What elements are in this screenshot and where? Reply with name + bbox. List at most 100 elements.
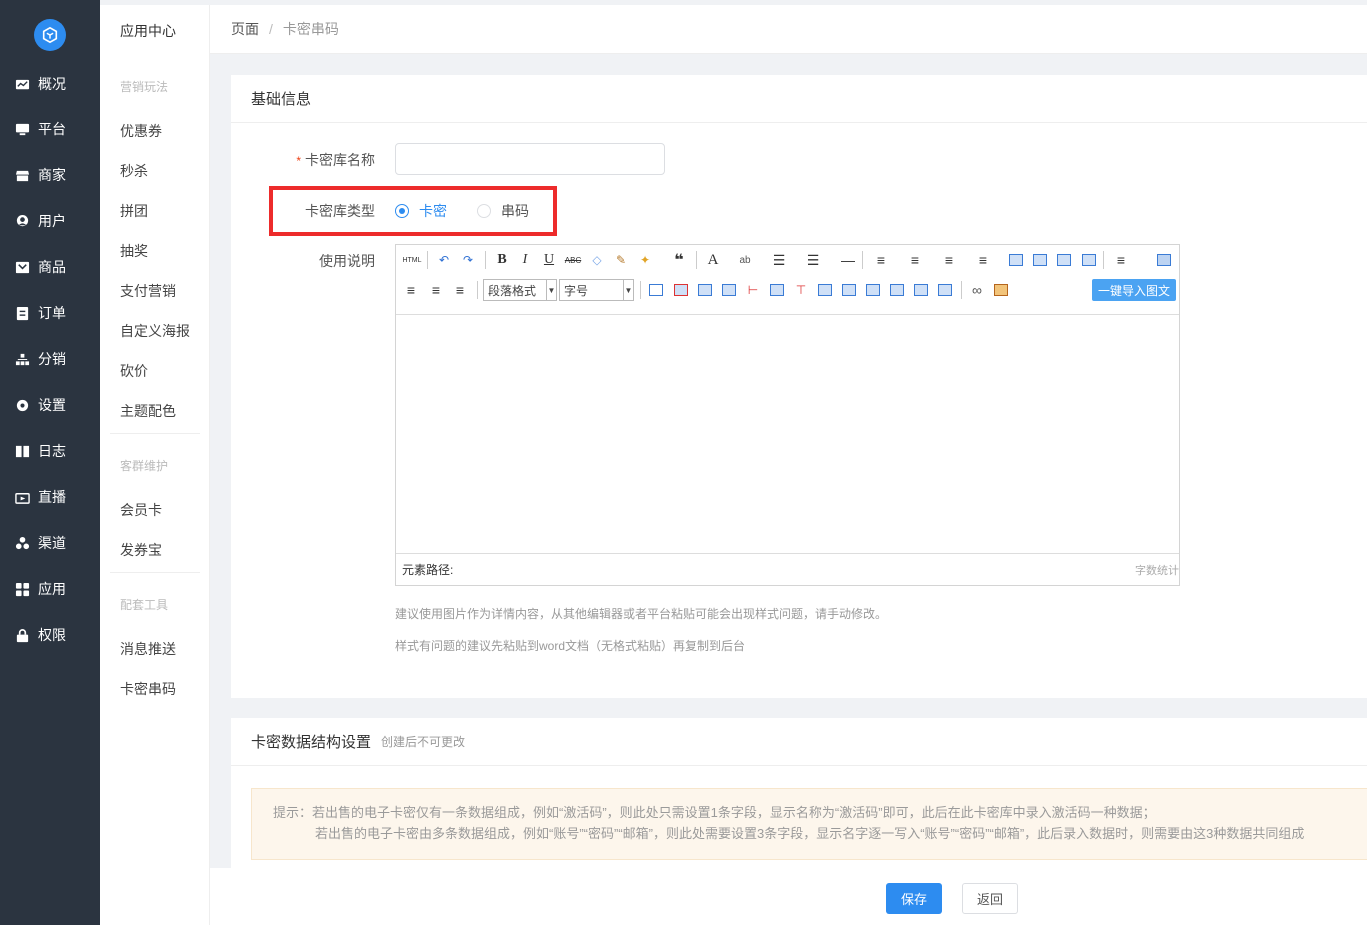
radio-dot[interactable]	[477, 204, 491, 218]
nav-item-live[interactable]: 直播	[0, 482, 100, 512]
word-count: 字数统计	[1135, 564, 1179, 577]
nav-label: 渠道	[38, 535, 66, 551]
nav-item-permission[interactable]: 权限	[0, 620, 100, 650]
split-cols-icon[interactable]	[936, 281, 954, 299]
breadcrumb-separator: /	[269, 21, 273, 37]
delete-col-icon[interactable]: ⊤	[792, 281, 810, 299]
fullscreen-icon[interactable]	[1155, 251, 1173, 269]
split-cells-icon[interactable]	[888, 281, 906, 299]
image-left-icon[interactable]	[1007, 251, 1025, 269]
editor-content-area[interactable]	[396, 315, 1179, 554]
row-spacing-bottom-icon[interactable]: ≡	[906, 251, 924, 269]
import-article-button[interactable]: 一键导入图文	[1092, 279, 1176, 301]
app-logo-icon[interactable]	[34, 19, 66, 51]
justify-right-icon[interactable]: ≡	[427, 281, 445, 299]
magic-wand-icon[interactable]: ✦	[636, 251, 654, 269]
nav-item-order[interactable]: 订单	[0, 298, 100, 328]
undo-icon[interactable]: ↶	[435, 251, 453, 269]
font-color-icon[interactable]: A	[704, 251, 722, 269]
justify-full-icon[interactable]: ≡	[451, 281, 469, 299]
toolbar-separator	[427, 251, 428, 269]
unordered-list-icon[interactable]: ☰	[804, 251, 822, 269]
font-size-select[interactable]: 字号 ▼	[559, 279, 634, 301]
nav-label: 商品	[38, 259, 66, 275]
merge-down-icon[interactable]	[864, 281, 882, 299]
basic-info-card: 基础信息 * 卡密库名称 卡密库类型 卡密 串码 使用说明 HTML ↶ ↷ B …	[231, 75, 1367, 698]
sub-item-groupbuy[interactable]: 拼团	[120, 201, 148, 221]
merge-right-icon[interactable]	[840, 281, 858, 299]
quote-icon[interactable]: ❝	[670, 251, 688, 269]
nav-label: 直播	[38, 489, 66, 505]
radio-card-secret[interactable]: 卡密	[395, 201, 447, 221]
menu-group-tools: 配套工具	[120, 598, 169, 612]
nav-item-user[interactable]: 用户	[0, 206, 100, 236]
sub-item-pay-marketing[interactable]: 支付营销	[120, 281, 176, 301]
nav-item-apps[interactable]: 应用	[0, 574, 100, 604]
tip-prefix: 提示：	[273, 805, 313, 820]
eraser-icon[interactable]: ◇	[588, 251, 606, 269]
sitemap-icon	[14, 351, 30, 367]
merge-cells-icon[interactable]	[816, 281, 834, 299]
nav-item-distribution[interactable]: 分销	[0, 344, 100, 374]
font-size-value: 字号	[564, 283, 589, 298]
redo-icon[interactable]: ↷	[459, 251, 477, 269]
nav-item-platform[interactable]: 平台	[0, 114, 100, 144]
justify-center-icon[interactable]: ≡	[402, 281, 420, 299]
sub-item-lottery[interactable]: 抽奖	[120, 241, 148, 261]
html-source-button[interactable]: HTML	[401, 251, 423, 269]
insert-row-icon[interactable]	[720, 281, 738, 299]
nav-item-merchant[interactable]: 商家	[0, 160, 100, 190]
italic-icon[interactable]: I	[516, 251, 534, 269]
link-icon[interactable]: ∞	[968, 281, 986, 299]
nav-item-channel[interactable]: 渠道	[0, 528, 100, 558]
breadcrumb-root[interactable]: 页面	[231, 19, 259, 39]
breadcrumb: 页面 / 卡密串码	[210, 5, 1367, 54]
indent-icon[interactable]: ≡	[974, 251, 992, 269]
highlight-color-icon[interactable]: ab	[736, 251, 754, 269]
paragraph-format-select[interactable]: 段落格式 ▼	[483, 279, 557, 301]
delete-table-icon[interactable]	[672, 281, 690, 299]
split-rows-icon[interactable]	[912, 281, 930, 299]
insert-table-icon[interactable]	[647, 281, 665, 299]
bottom-action-bar: 保存 返回	[210, 868, 1367, 925]
sub-item-bargain[interactable]: 砍价	[120, 361, 148, 381]
sub-item-poster[interactable]: 自定义海报	[120, 321, 190, 341]
horizontal-rule-icon[interactable]: —	[839, 251, 857, 269]
insert-image-icon[interactable]	[992, 281, 1010, 299]
card-library-name-input[interactable]	[395, 143, 665, 175]
sub-item-coupon-treasure[interactable]: 发券宝	[120, 540, 162, 560]
radio-serial-code[interactable]: 串码	[477, 201, 529, 221]
line-height-icon[interactable]: ≡	[940, 251, 958, 269]
bold-icon[interactable]: B	[493, 251, 511, 269]
sub-item-card-code[interactable]: 卡密串码	[120, 679, 176, 699]
editor-status-bar: 元素路径: 字数统计	[396, 553, 1179, 585]
structure-title: 卡密数据结构设置	[251, 734, 372, 751]
strikethrough-icon[interactable]: ABC	[564, 251, 582, 269]
sub-item-theme[interactable]: 主题配色	[120, 401, 176, 421]
insert-paragraph-before-table-icon[interactable]	[696, 281, 714, 299]
ordered-list-icon[interactable]: ☰	[770, 251, 788, 269]
lock-icon	[14, 627, 30, 643]
nav-item-settings[interactable]: 设置	[0, 390, 100, 420]
image-none-icon[interactable]	[1055, 251, 1073, 269]
justify-left-icon[interactable]: ≡	[1112, 251, 1130, 269]
sub-item-message-push[interactable]: 消息推送	[120, 639, 176, 659]
format-brush-icon[interactable]: ✎	[612, 251, 630, 269]
insert-col-icon[interactable]	[768, 281, 786, 299]
gear-icon	[14, 397, 30, 413]
back-button[interactable]: 返回	[962, 883, 1018, 914]
image-right-icon[interactable]	[1031, 251, 1049, 269]
image-center-icon[interactable]	[1080, 251, 1098, 269]
radio-label: 卡密	[419, 203, 447, 219]
sub-item-seckill[interactable]: 秒杀	[120, 161, 148, 181]
underline-icon[interactable]: U	[540, 251, 558, 269]
sub-item-coupon[interactable]: 优惠券	[120, 121, 162, 141]
nav-item-log[interactable]: 日志	[0, 436, 100, 466]
delete-row-icon[interactable]: ⊢	[744, 281, 762, 299]
nav-item-goods[interactable]: 商品	[0, 252, 100, 282]
radio-dot[interactable]	[395, 204, 409, 218]
nav-item-overview[interactable]: 概况	[0, 69, 100, 99]
sub-item-member-card[interactable]: 会员卡	[120, 500, 162, 520]
row-spacing-top-icon[interactable]: ≡	[872, 251, 890, 269]
save-button[interactable]: 保存	[886, 883, 942, 914]
